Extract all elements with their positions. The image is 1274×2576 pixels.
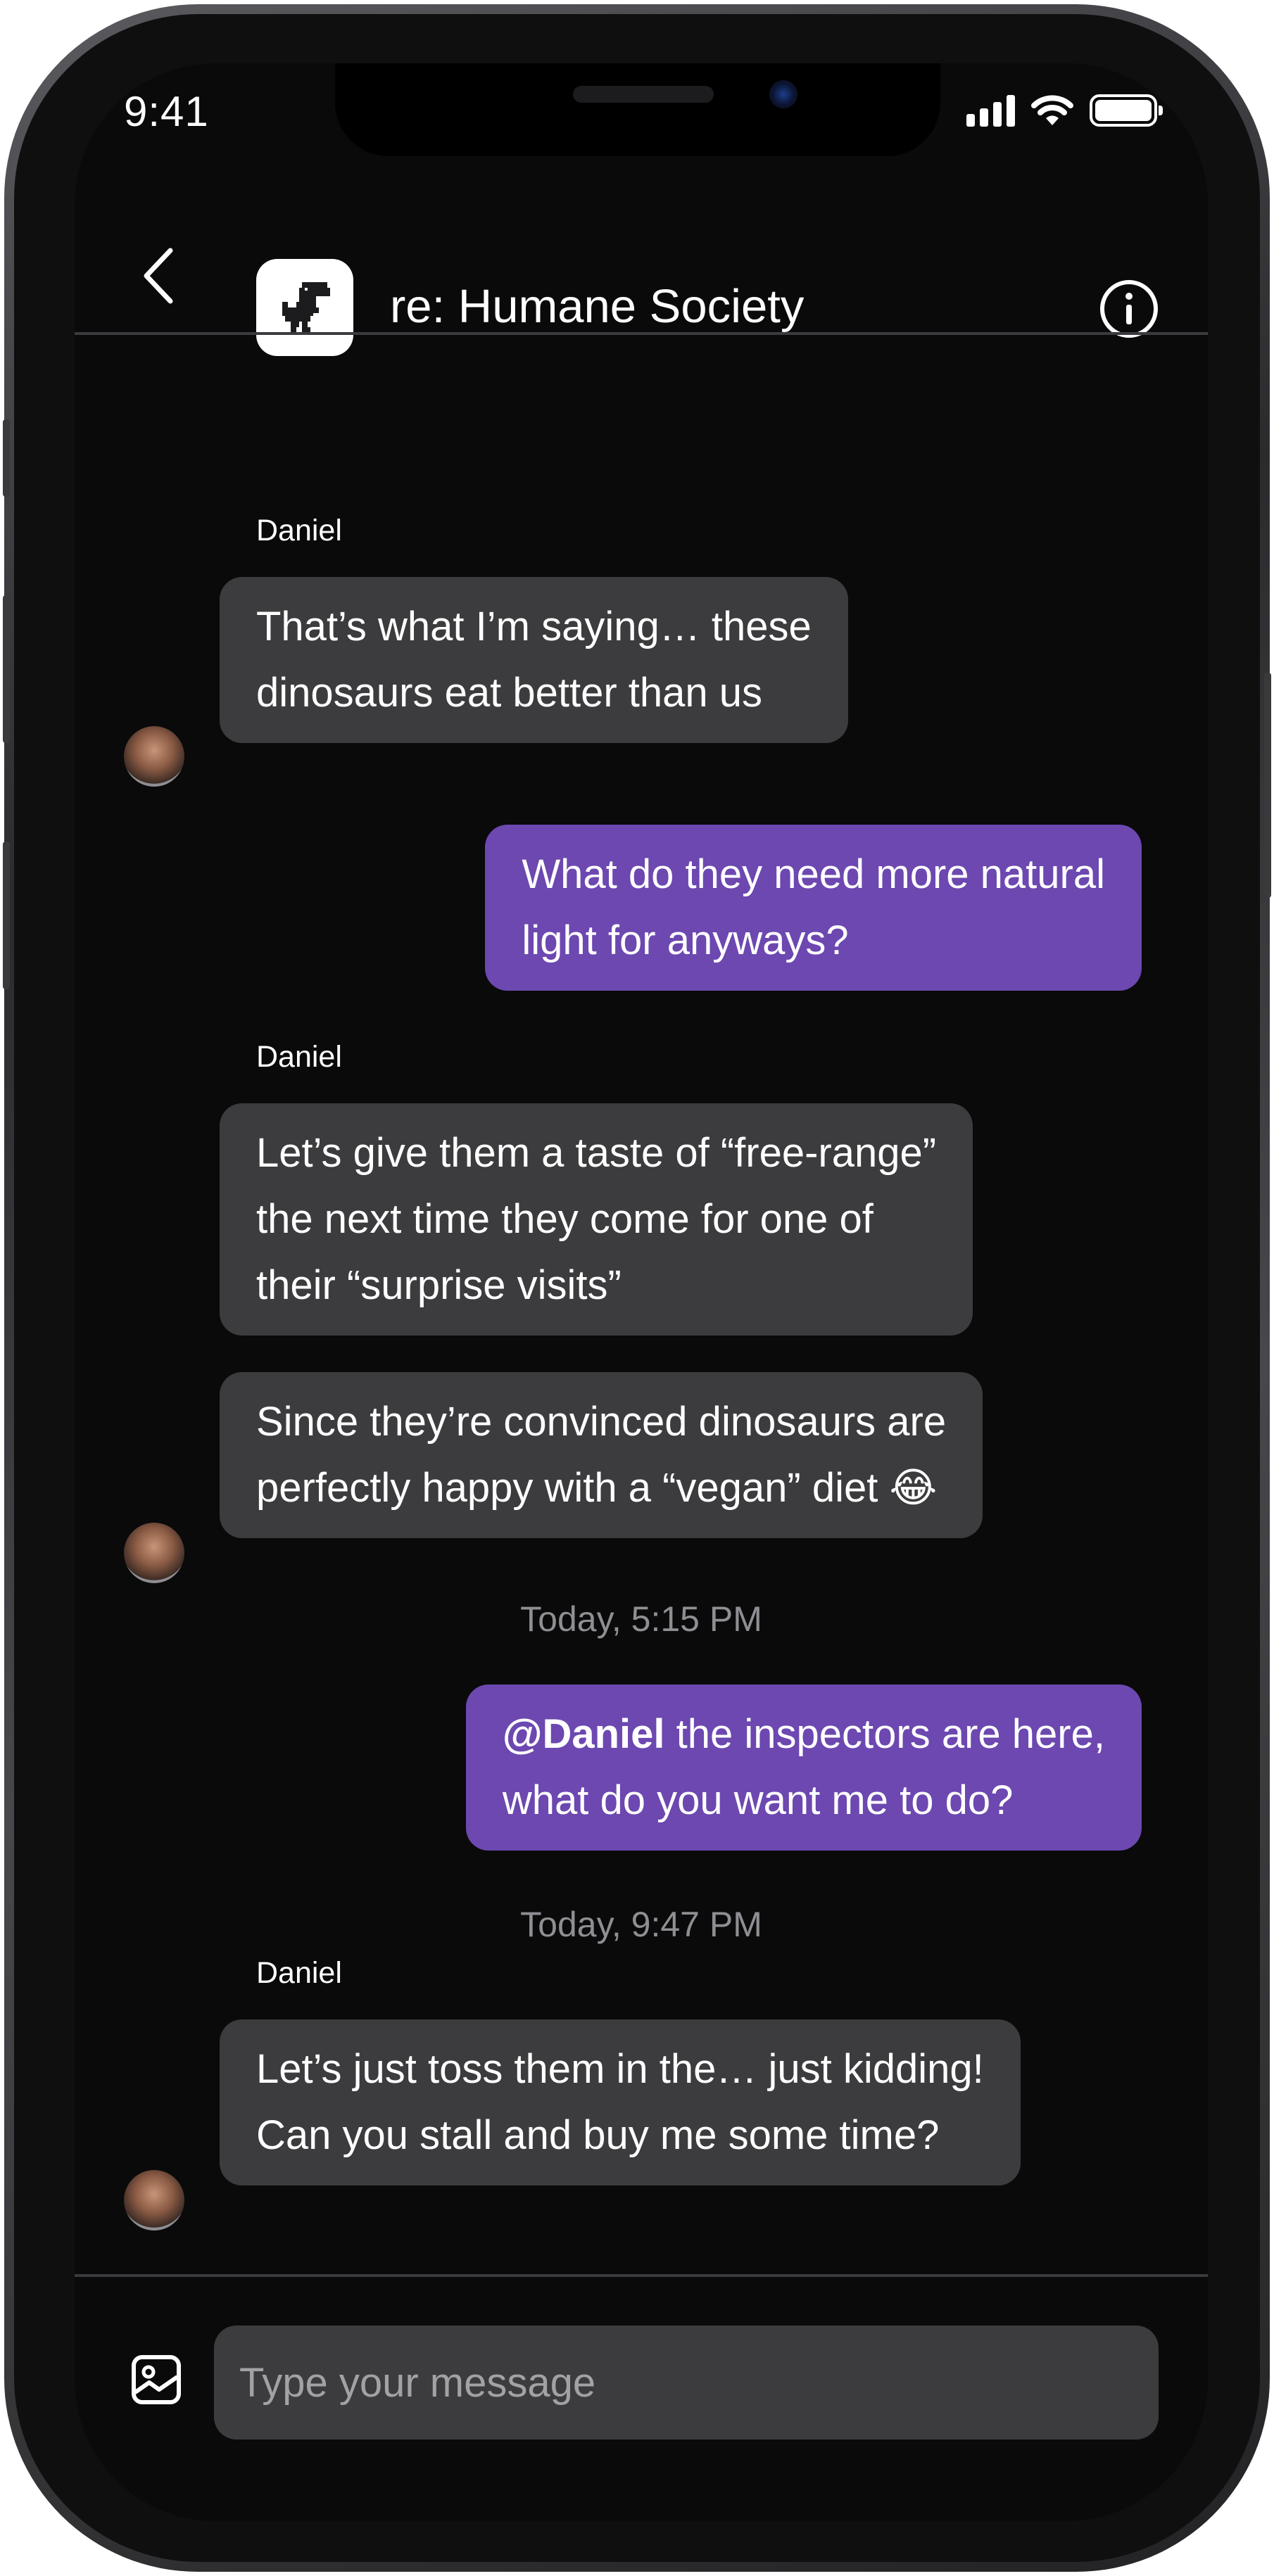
wifi-icon <box>1031 95 1073 125</box>
sender-name: Daniel <box>256 514 342 547</box>
status-time: 9:41 <box>124 88 209 135</box>
notch <box>335 63 940 156</box>
chevron-left-icon[interactable] <box>138 245 180 307</box>
header-divider <box>75 332 1208 335</box>
info-icon[interactable] <box>1099 279 1159 339</box>
phone-frame: 9:41 re: Humane Society Daniel That’s wh… <box>3 4 1271 2572</box>
sender-name: Daniel <box>256 1040 342 1074</box>
volume-up-button <box>3 595 10 743</box>
avatar[interactable] <box>124 1523 184 1583</box>
volume-down-button <box>3 842 10 989</box>
power-button <box>1264 673 1271 898</box>
message-bubble-outgoing[interactable]: What do they need more natural light for… <box>485 825 1142 991</box>
cellular-signal-icon <box>966 94 1015 127</box>
composer-divider <box>75 2274 1208 2277</box>
pixel-dinosaur-icon <box>282 282 330 333</box>
mute-switch <box>3 419 10 497</box>
chat-header: re: Humane Society <box>75 197 1208 356</box>
battery-icon <box>1090 94 1163 127</box>
message-bubble-incoming[interactable]: Let’s just toss them in the… just kiddin… <box>220 2019 1021 2185</box>
group-avatar[interactable] <box>256 259 353 356</box>
sender-name: Daniel <box>256 1956 342 1990</box>
message-bubble-outgoing[interactable]: @Daniel the inspectors are here, what do… <box>465 1684 1142 1851</box>
message-bubble-incoming[interactable]: That’s what I’m saying… these dinosaurs … <box>220 577 848 743</box>
image-icon[interactable] <box>131 2354 182 2405</box>
chat-title: re: Humane Society <box>390 280 805 333</box>
speaker <box>573 86 714 103</box>
screen: 9:41 re: Humane Society Daniel That’s wh… <box>75 63 1208 2521</box>
message-bubble-incoming[interactable]: Let’s give them a taste of “free-range” … <box>220 1103 973 1335</box>
message-input[interactable] <box>214 2326 1159 2439</box>
avatar[interactable] <box>124 2170 184 2231</box>
message-bubble-incoming[interactable]: Since they’re convinced dinosaurs are pe… <box>220 1372 983 1538</box>
timestamp: Today, 5:15 PM <box>520 1599 762 1639</box>
timestamp: Today, 9:47 PM <box>520 1905 762 1944</box>
avatar[interactable] <box>124 726 184 787</box>
front-camera <box>769 80 797 108</box>
mention[interactable]: @Daniel <box>503 1711 665 1757</box>
status-icons <box>966 94 1163 127</box>
